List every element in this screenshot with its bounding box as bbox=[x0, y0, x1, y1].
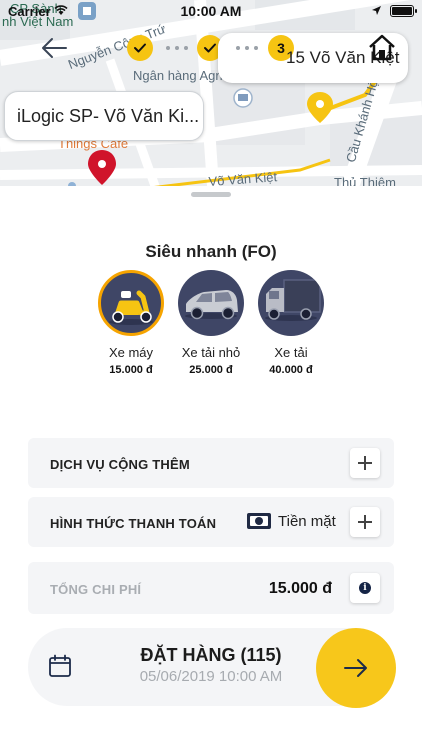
place-order-button[interactable] bbox=[316, 628, 396, 708]
van-icon bbox=[185, 290, 238, 320]
vehicle-price: 40.000 đ bbox=[269, 364, 313, 376]
home-icon[interactable] bbox=[367, 33, 397, 61]
map-view[interactable]: CP Sành nh Việt Nam Nguyễn Công Trứ Ngân… bbox=[0, 0, 422, 200]
vehicle-name: Xe tải bbox=[274, 345, 308, 360]
battery-icon bbox=[390, 5, 417, 17]
vehicle-option-van[interactable]: Xe tải nhỏ 25.000 đ bbox=[176, 270, 246, 376]
payment-method-row[interactable]: HÌNH THỨC THANH TOÁN Tiền mặt bbox=[28, 497, 394, 547]
drag-handle[interactable] bbox=[191, 192, 231, 197]
total-info-button[interactable]: i bbox=[350, 573, 380, 603]
payment-method-label: HÌNH THỨC THANH TOÁN bbox=[50, 516, 217, 531]
vehicle-option-truck[interactable]: Xe tải 40.000 đ bbox=[256, 270, 326, 376]
status-time: 10:00 AM bbox=[180, 3, 242, 19]
step-3-number: 3 bbox=[277, 40, 285, 56]
vehicle-image bbox=[258, 270, 324, 336]
vehicle-image bbox=[98, 270, 164, 336]
total-cost-value: 15.000 đ bbox=[268, 580, 332, 597]
extra-services-label: DỊCH VỤ CỘNG THÊM bbox=[50, 457, 190, 472]
motorbike-icon bbox=[109, 290, 153, 325]
change-payment-button[interactable] bbox=[350, 507, 380, 537]
app-screen: CP Sành nh Việt Nam Nguyễn Công Trứ Ngân… bbox=[0, 0, 422, 750]
vehicle-option-motorbike[interactable]: Xe máy 15.000 đ bbox=[96, 270, 166, 376]
service-title: Siêu nhanh (FO) bbox=[145, 242, 277, 261]
step-1-complete bbox=[127, 35, 153, 61]
truck-icon bbox=[265, 279, 321, 321]
check-icon bbox=[134, 43, 146, 53]
status-bar: Carrier 10:00 AM bbox=[0, 0, 422, 22]
back-arrow-icon[interactable] bbox=[40, 36, 68, 60]
extra-services-row[interactable]: DỊCH VỤ CỘNG THÊM bbox=[28, 438, 394, 488]
arrow-right-icon bbox=[344, 659, 367, 677]
add-extra-service-button[interactable] bbox=[350, 448, 380, 478]
origin-text: iLogic SP- Võ Văn Ki... bbox=[17, 106, 200, 126]
step-dots bbox=[236, 46, 258, 50]
total-cost-label: TỔNG CHI PHÍ bbox=[50, 582, 142, 597]
location-arrow-icon bbox=[372, 6, 381, 15]
total-cost-row: TỔNG CHI PHÍ 15.000 đ i bbox=[28, 562, 394, 614]
cash-icon bbox=[247, 513, 271, 529]
step-dots bbox=[166, 46, 188, 50]
check-icon bbox=[204, 43, 216, 53]
info-icon: i bbox=[359, 582, 371, 594]
payment-method-value: Tiền mặt bbox=[278, 513, 336, 530]
vehicle-image bbox=[178, 270, 244, 336]
origin-field[interactable]: iLogic SP- Võ Văn Ki... bbox=[4, 91, 204, 141]
